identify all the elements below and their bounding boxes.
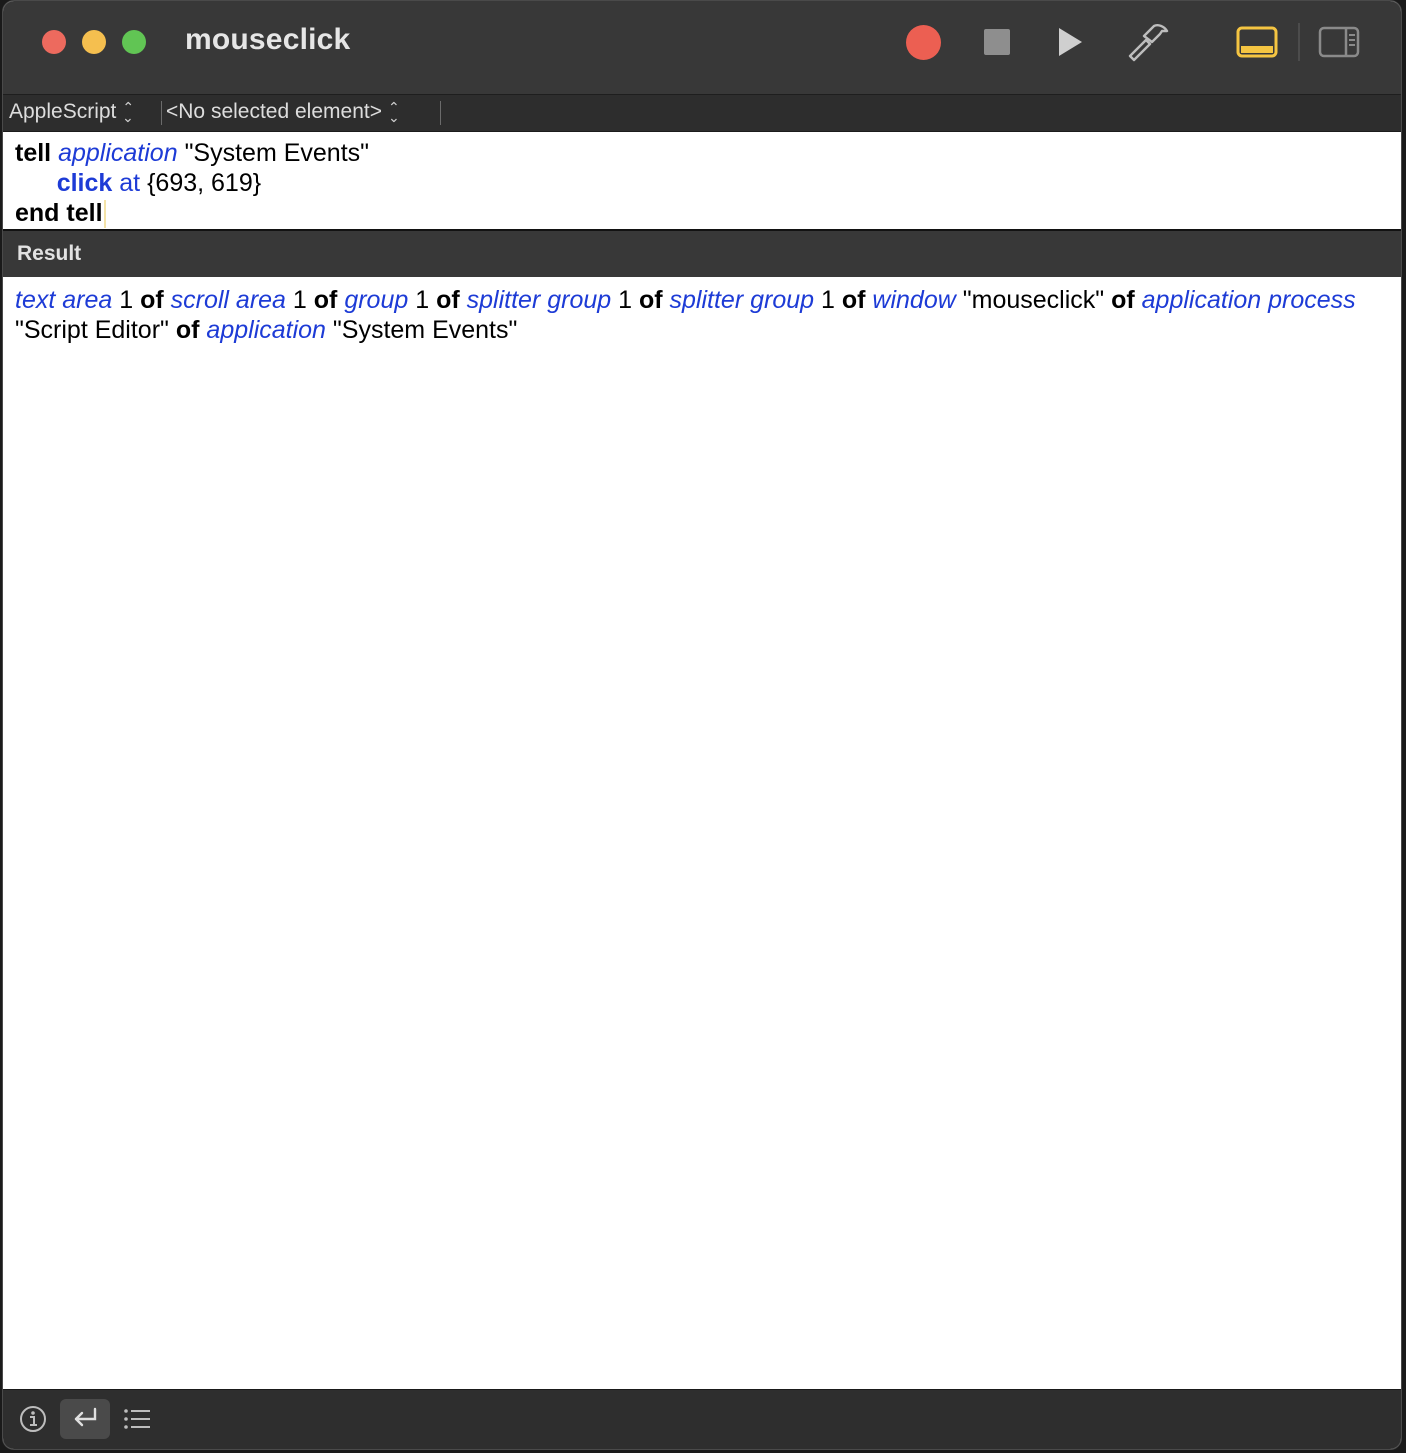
stop-button[interactable] <box>981 21 1013 63</box>
result-token <box>460 286 467 314</box>
navbar-divider <box>440 101 441 125</box>
result-token: 1 <box>285 286 314 314</box>
navigation-bar: AppleScript ⌃ ⌃ <No selected element> ⌃ ⌃ <box>3 95 1401 132</box>
code-line: end tell <box>15 198 1389 229</box>
chevron-updown-icon: ⌃ ⌃ <box>387 99 400 125</box>
command-name: click <box>56 169 113 197</box>
class-name: application <box>58 139 178 167</box>
result-token: "mouseclick" <box>955 286 1112 314</box>
keyword: tell <box>15 139 52 167</box>
result-token: window <box>872 286 956 314</box>
return-arrow-icon <box>74 1407 97 1427</box>
string-literal: "System Events" <box>184 139 370 167</box>
result-token: of <box>1111 286 1135 314</box>
result-token <box>663 286 670 314</box>
result-button[interactable] <box>60 1399 110 1439</box>
toggle-side-pane-button[interactable] <box>1317 21 1361 63</box>
language-label: AppleScript <box>9 100 117 123</box>
info-icon <box>20 1406 46 1432</box>
result-header: Result <box>3 229 1401 277</box>
log-button[interactable] <box>112 1399 162 1439</box>
parameter-name: at <box>119 169 141 197</box>
result-token: of <box>436 286 460 314</box>
hammer-icon <box>1128 24 1169 62</box>
compile-button[interactable] <box>1125 21 1171 63</box>
result-value: text area 1 of scroll area 1 of group 1 … <box>15 285 1389 345</box>
result-token <box>1135 286 1142 314</box>
result-token: 1 <box>112 286 141 314</box>
result-token <box>164 286 171 314</box>
result-token: application <box>206 316 326 344</box>
chevron-updown-icon: ⌃ ⌃ <box>122 99 135 125</box>
result-token: of <box>140 286 164 314</box>
result-token: splitter group <box>466 286 612 314</box>
result-token: splitter group <box>669 286 815 314</box>
result-token: 1 <box>814 286 842 314</box>
list-literal: {693, 619} <box>147 169 262 197</box>
result-token: 1 <box>408 286 437 314</box>
navbar-divider <box>161 101 162 125</box>
script-editor-window: mouseclick AppleScript ⌃ ⌃ <No selected … <box>2 0 1402 1450</box>
bottom-bar <box>3 1389 1401 1449</box>
result-token: group <box>344 286 409 314</box>
bottom-pane-icon <box>1236 26 1278 58</box>
run-button[interactable] <box>1053 21 1087 63</box>
result-token: 1 <box>611 286 639 314</box>
description-button[interactable] <box>8 1399 58 1439</box>
result-token: text area <box>15 286 113 314</box>
result-title: Result <box>17 242 82 265</box>
script-editor-text-area[interactable]: tell application "System Events" click a… <box>3 132 1401 229</box>
element-selector[interactable]: <No selected element> ⌃ ⌃ <box>166 99 400 125</box>
close-window-button[interactable] <box>42 30 66 54</box>
record-icon <box>905 24 941 60</box>
record-button[interactable] <box>903 21 943 63</box>
element-label: <No selected element> <box>166 100 382 123</box>
minimize-window-button[interactable] <box>82 30 106 54</box>
result-token: of <box>175 316 200 344</box>
result-token: "System Events" <box>325 316 518 344</box>
toolbar-divider <box>1298 23 1300 61</box>
language-selector[interactable]: AppleScript ⌃ ⌃ <box>9 99 135 125</box>
title-bar: mouseclick <box>3 1 1401 95</box>
result-token: of <box>841 286 866 314</box>
result-token: application process <box>1141 286 1356 314</box>
maximize-window-button[interactable] <box>122 30 146 54</box>
result-text-area[interactable]: text area 1 of scroll area 1 of group 1 … <box>3 277 1401 1389</box>
keyword: end tell <box>15 199 103 227</box>
result-token: of <box>313 286 338 314</box>
play-icon <box>1059 28 1082 56</box>
window-title: mouseclick <box>185 23 351 56</box>
list-icon <box>124 1409 150 1429</box>
code-line: click at {693, 619} <box>15 168 1389 198</box>
result-token: of <box>638 286 663 314</box>
code-line: tell application "System Events" <box>15 138 1389 168</box>
toggle-bottom-pane-button[interactable] <box>1235 21 1279 63</box>
text-cursor <box>103 200 106 229</box>
result-token: scroll area <box>170 286 286 314</box>
sidebar-icon <box>1318 26 1360 58</box>
stop-icon <box>984 29 1010 55</box>
